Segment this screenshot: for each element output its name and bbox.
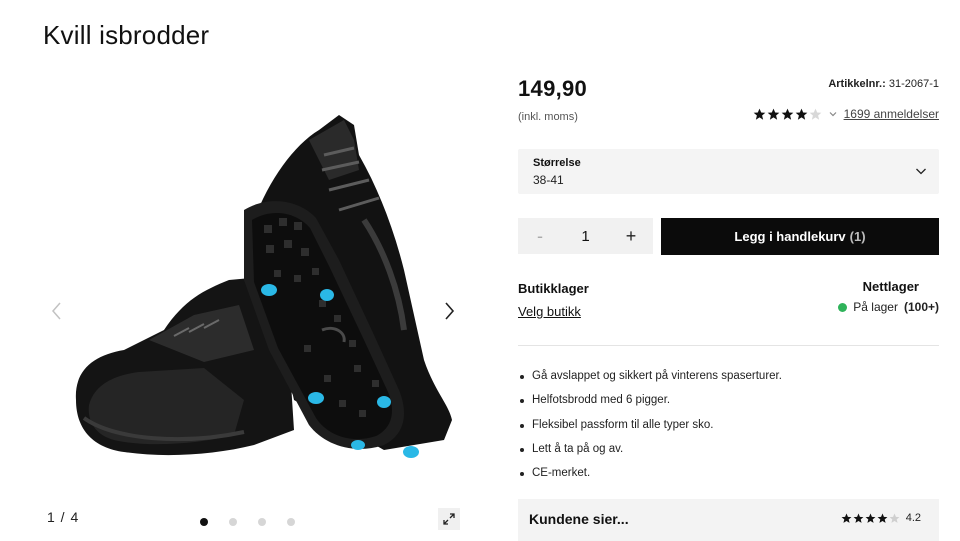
reviews-link[interactable]: 1699 anmeldelser [844, 107, 939, 121]
add-to-cart-count: (1) [849, 229, 866, 244]
gallery-dots [200, 518, 295, 526]
product-price: 149,90 [518, 76, 588, 101]
star-icon [841, 513, 852, 523]
list-item: Lett å ta på og av. [518, 443, 782, 467]
online-stock-status: På lager (100+) [838, 300, 939, 314]
stock-count: (100+) [903, 300, 939, 314]
star-icon [865, 513, 876, 523]
product-image [75, 115, 452, 458]
chevron-down-icon [916, 168, 926, 175]
divider [518, 345, 939, 346]
add-to-cart-label: Legg i handlekurv [734, 229, 846, 244]
in-stock-dot-icon [838, 302, 848, 312]
feature-list: Gå avslappet og sikkert på vinterens spa… [518, 370, 782, 491]
size-value: 38-41 [533, 173, 564, 187]
list-item: CE-merket. [518, 467, 782, 491]
customer-reviews-panel[interactable]: Kundene sier... 4.2 [518, 499, 939, 541]
star-icon [853, 513, 864, 523]
size-select[interactable]: Størrelse 38-41 [518, 149, 939, 194]
list-item: Helfotsbrodd med 6 pigger. [518, 394, 782, 418]
star-empty-icon [809, 108, 821, 120]
expand-icon[interactable] [438, 508, 460, 530]
customer-rating: 4.2 [841, 512, 921, 524]
gallery-dot-3[interactable] [258, 518, 266, 526]
star-icon [795, 108, 807, 120]
stock-status-text: På lager [853, 300, 898, 314]
customer-reviews-heading: Kundene sier... [529, 511, 629, 527]
store-stock-heading: Butikklager [518, 281, 589, 296]
gallery-dot-4[interactable] [287, 518, 295, 526]
star-rating [753, 108, 822, 121]
chevron-down-icon[interactable] [828, 109, 838, 119]
quantity-stepper: - 1 + [518, 218, 653, 254]
online-stock-heading: Nettlager [862, 279, 919, 294]
gallery-next-arrow-icon[interactable] [440, 300, 458, 322]
list-item: Fleksibel passform til alle typer sko. [518, 419, 782, 443]
size-label: Størrelse [533, 157, 581, 169]
star-icon [877, 513, 888, 523]
quantity-decrease-button[interactable]: - [532, 226, 548, 247]
article-value: 31-2067-1 [888, 78, 939, 90]
list-item: Gå avslappet og sikkert på vinterens spa… [518, 370, 782, 394]
page-title: Kvill isbrodder [43, 20, 210, 50]
star-empty-icon [889, 513, 900, 523]
choose-store-link[interactable]: Velg butikk [518, 304, 581, 319]
article-number: Artikkelnr.: 31-2067-1 [828, 78, 939, 90]
vat-note: (inkl. moms) [518, 111, 578, 123]
gallery-counter: 1 / 4 [47, 509, 80, 525]
gallery-dot-1[interactable] [200, 518, 208, 526]
article-label: Artikkelnr.: [828, 78, 886, 90]
star-rating [841, 513, 900, 524]
star-icon [781, 108, 793, 120]
gallery-dot-2[interactable] [229, 518, 237, 526]
star-icon [753, 108, 765, 120]
rating-summary: 1699 anmeldelser [753, 107, 939, 121]
add-to-cart-button[interactable]: Legg i handlekurv (1) [661, 218, 939, 255]
gallery-prev-arrow-icon[interactable] [48, 300, 66, 322]
customer-rating-score: 4.2 [905, 512, 921, 524]
star-icon [767, 108, 779, 120]
quantity-value[interactable]: 1 [581, 228, 589, 245]
product-gallery: 1 / 4 [40, 90, 470, 530]
quantity-increase-button[interactable]: + [623, 226, 639, 247]
